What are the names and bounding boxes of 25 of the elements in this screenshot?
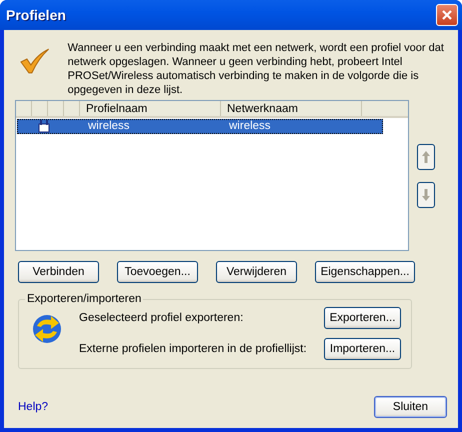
column-header[interactable]: Netwerknaam <box>221 101 362 116</box>
action-button[interactable]: Verwijderen <box>216 261 297 283</box>
help-link[interactable]: Help? <box>18 401 48 413</box>
action-button[interactable]: Eigenschappen... <box>315 261 415 283</box>
checkmark-icon <box>20 48 50 74</box>
row-label: Geselecteerd profiel exporteren: <box>79 312 244 324</box>
action-button[interactable]: Toevoegen... <box>117 261 198 283</box>
window-title: Profielen <box>6 7 66 23</box>
sync-arrows-icon <box>31 313 63 345</box>
down-arrow-icon <box>421 188 431 202</box>
row-label: Externe profielen importeren in de profiellijst: <box>79 343 307 355</box>
export-button[interactable]: Exporteren... <box>324 307 401 329</box>
group-title: Exporteren/importeren <box>26 293 142 305</box>
close-icon <box>441 9 453 21</box>
profile-list[interactable]: Profielnaam Netwerknaam wireless wireless <box>15 100 409 251</box>
table-cell-text: wireless <box>87 120 131 133</box>
import-button[interactable]: Importeren... <box>324 338 401 360</box>
table-cell-text: wireless <box>228 120 272 133</box>
close-button[interactable] <box>436 4 458 26</box>
up-arrow-icon <box>421 150 431 164</box>
description-text: Wanneer u een verbinding maakt met een netwerk, wordt een profiel voor dat netwerk opgeslagen. Wanneer u geen verbinding hebt, probeert Intel PROSet/Wireless automatisch verbinding te maken in de volgorde die is opgegeven in deze lijst. <box>68 41 445 97</box>
profile-row[interactable]: wireless wireless <box>17 119 383 134</box>
close-dialog-button[interactable]: Sluiten <box>374 396 447 418</box>
action-button[interactable]: Verbinden <box>18 261 99 283</box>
column-header[interactable]: Profielnaam <box>80 101 221 116</box>
